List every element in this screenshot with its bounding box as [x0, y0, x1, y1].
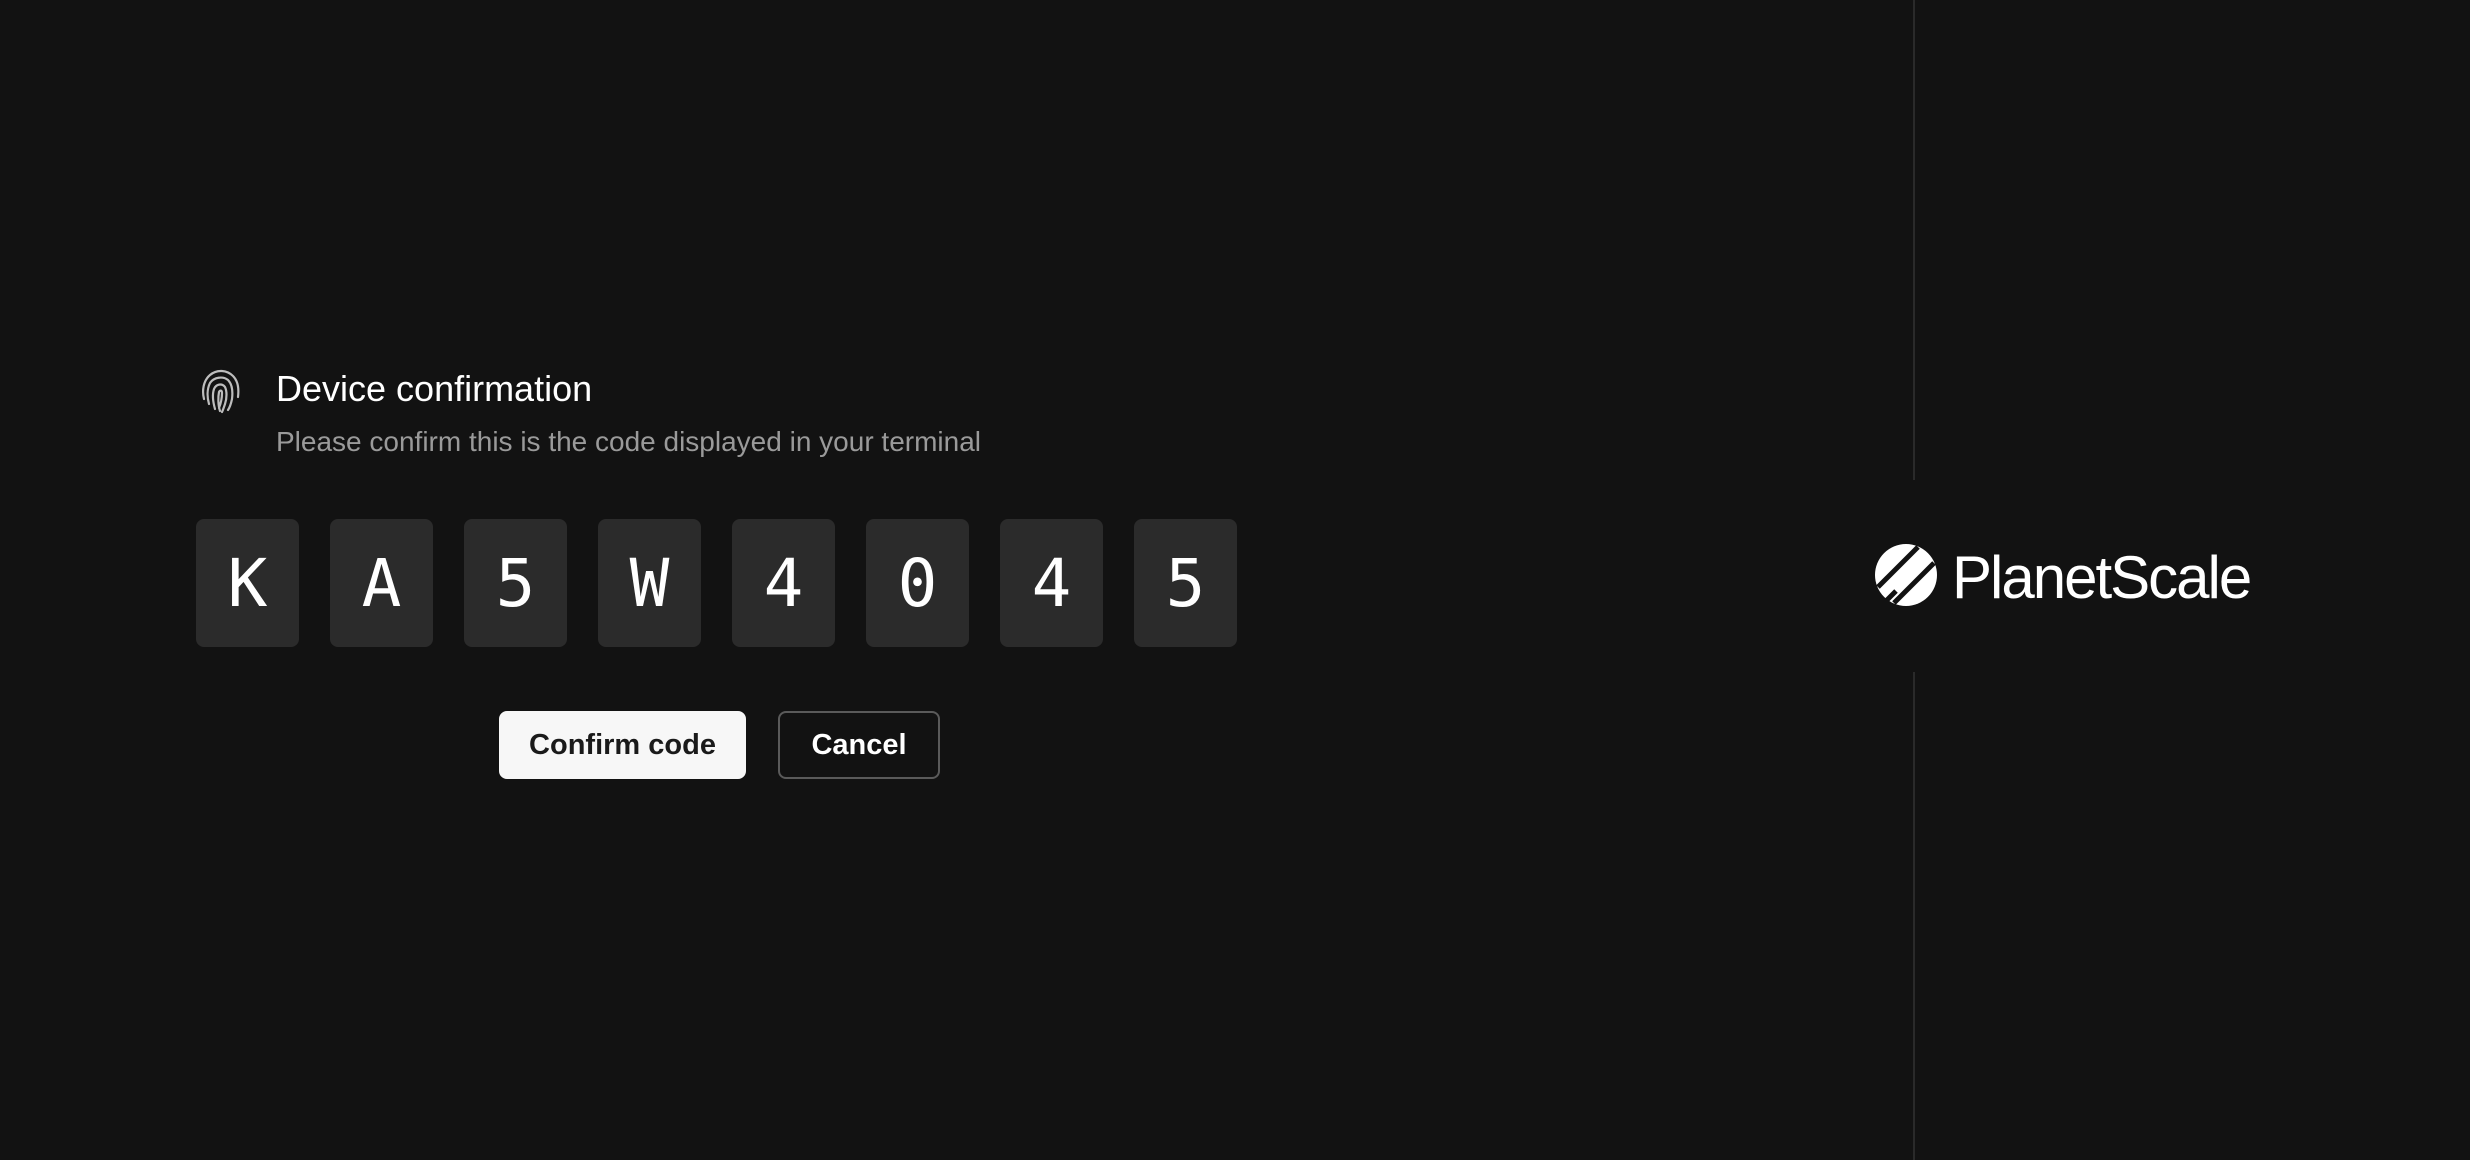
code-character: 4	[732, 519, 835, 647]
code-character: A	[330, 519, 433, 647]
device-confirmation-page: Device confirmation Please confirm this …	[0, 0, 2470, 1160]
code-character: 5	[1134, 519, 1237, 647]
code-character: K	[196, 519, 299, 647]
page-title: Device confirmation	[276, 368, 593, 409]
code-character: 4	[1000, 519, 1103, 647]
confirmation-header: Device confirmation Please confirm this …	[196, 364, 1237, 462]
cancel-button[interactable]: Cancel	[778, 711, 940, 779]
brand-logo: PlanetScale	[1874, 543, 2252, 612]
vertical-divider-bottom	[1913, 672, 1915, 1160]
fingerprint-icon	[196, 364, 246, 420]
action-buttons: Confirm code Cancel	[499, 711, 1237, 779]
header-text: Device confirmation Please confirm this …	[276, 364, 981, 462]
brand-name: PlanetScale	[1952, 543, 2252, 611]
page-subtitle: Please confirm this is the code displaye…	[276, 426, 982, 457]
code-character: 0	[866, 519, 969, 647]
code-display: K A 5 W 4 0 4 5	[196, 519, 1237, 647]
code-character: 5	[464, 519, 567, 647]
planetscale-logo-icon	[1874, 543, 1938, 612]
vertical-divider-top	[1913, 0, 1915, 480]
code-character: W	[598, 519, 701, 647]
confirm-code-button[interactable]: Confirm code	[499, 711, 746, 779]
confirmation-panel: Device confirmation Please confirm this …	[196, 364, 1237, 779]
